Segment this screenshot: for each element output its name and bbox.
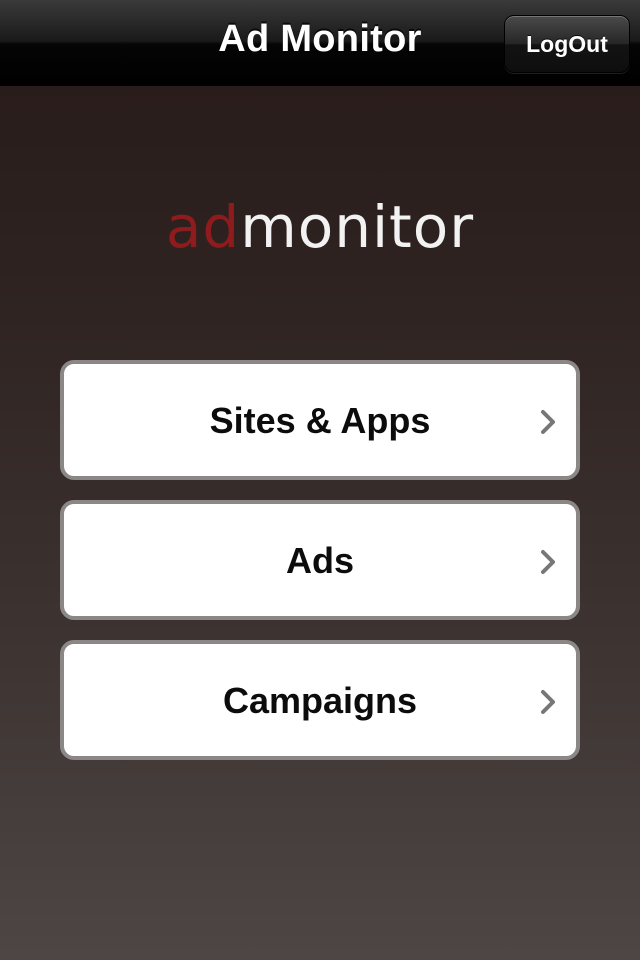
menu-item-label: Ads	[285, 540, 354, 581]
logo-ad-text: ad	[165, 193, 241, 261]
chevron-right-icon	[541, 550, 555, 574]
menu-item-ads[interactable]: Ads	[60, 500, 580, 620]
admonitor-logo: admonitor	[0, 192, 640, 262]
chevron-right-icon	[541, 690, 555, 714]
main-menu: Sites & Apps Ads Campaigns	[60, 360, 580, 780]
menu-item-label: Campaigns	[222, 680, 418, 721]
navigation-bar: Ad Monitor LogOut	[0, 0, 640, 86]
menu-item-sites-apps[interactable]: Sites & Apps	[60, 360, 580, 480]
menu-item-campaigns[interactable]: Campaigns	[60, 640, 580, 760]
logout-button[interactable]: LogOut	[504, 15, 630, 73]
menu-item-label: Sites & Apps	[209, 400, 431, 441]
chevron-right-icon	[541, 410, 555, 434]
logo-monitor-text: monitor	[240, 193, 475, 261]
